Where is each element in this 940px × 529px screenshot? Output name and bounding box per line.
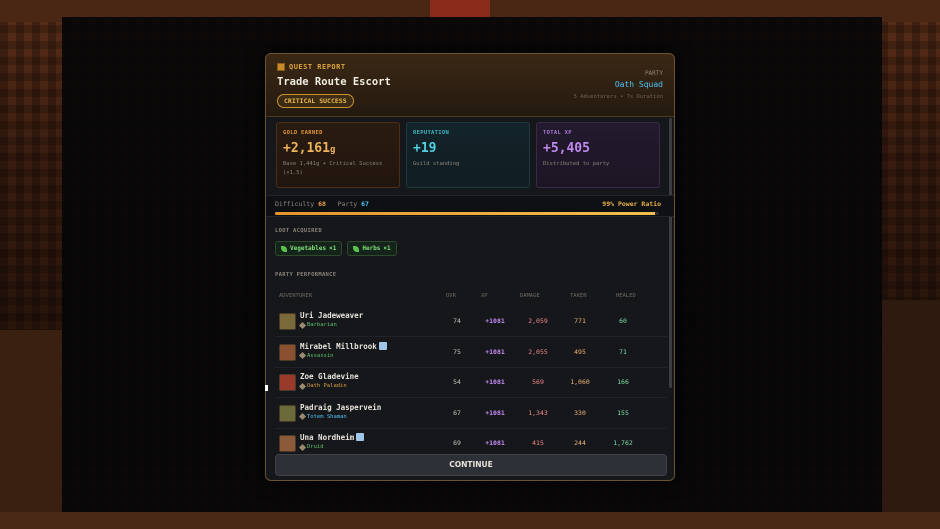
damage-value: 415 (532, 439, 544, 447)
scrollbar[interactable] (669, 118, 672, 388)
taken-value: 1,060 (570, 378, 590, 386)
loot-item: Vegetables ×1 (275, 241, 343, 256)
adventurer-class: Druid (298, 443, 324, 451)
reputation-value: +19 (413, 141, 437, 156)
outcome-badge: CRITICAL SUCCESS (277, 94, 354, 108)
class-icon (298, 443, 307, 451)
healed-value: 1,762 (613, 439, 633, 447)
ovr-value: 69 (453, 439, 461, 447)
power-ratio-text: 99% Power Ratio (602, 200, 661, 208)
leaf-icon (353, 245, 360, 252)
col-healed: HEALED (616, 293, 636, 299)
shield-badge-icon (356, 433, 365, 441)
shield-badge-icon (378, 341, 387, 350)
ovr-value: 75 (453, 347, 461, 356)
table-row[interactable]: Mirabel Millbrook Assassin 75 +1081 2,055 495… (275, 338, 667, 368)
adventurer-class: Totem Shaman (298, 412, 347, 421)
xp-value: +1081 (485, 317, 505, 325)
gold-card: GOLD EARNED +2,161g Base 1,441g + Critic… (276, 122, 400, 188)
loot-list: Vegetables ×1 Herbs ×1 (275, 241, 397, 256)
col-ovr: OVR (446, 293, 456, 299)
col-taken: TAKEN (570, 293, 587, 299)
taken-value: 330 (574, 408, 586, 417)
xp-value: +1081 (485, 347, 505, 356)
dialog-header: QUEST REPORT Trade Route Escort CRITICAL… (266, 54, 674, 117)
reputation-card: REPUTATION +19 Guild standing (406, 122, 530, 188)
table-row[interactable]: Padraig Jaspervein Totem Shaman 67 +1081 1,3… (275, 399, 667, 429)
avatar (279, 343, 296, 361)
power-ratio-bar: Difficulty 68 Party 67 99% Power Ratio (266, 195, 674, 217)
avatar (279, 313, 296, 330)
class-icon (298, 321, 307, 329)
performance-label: PARTY PERFORMANCE (275, 272, 337, 278)
scroll-icon (277, 63, 285, 71)
xp-value: +1081 (485, 439, 505, 447)
xp-value: +5,405 (543, 141, 590, 156)
table-row[interactable]: Zoe Gladevine Oath Paladin 54 +1081 569 1,060… (275, 368, 667, 398)
quest-title: Trade Route Escort (277, 76, 391, 88)
continue-button[interactable]: CONTINUE (275, 454, 667, 476)
healed-value: 71 (619, 347, 627, 356)
performance-table-header: ADVENTURER OVR XP DAMAGE TAKEN HEALED (266, 292, 674, 304)
healed-value: 60 (619, 317, 627, 325)
class-icon (298, 382, 307, 390)
party-name: Oath Squad (614, 80, 663, 89)
xp-value: +1081 (485, 408, 505, 417)
ovr-value: 74 (453, 317, 461, 325)
class-icon (298, 351, 307, 360)
adventurer-name: Mirabel Millbrook (300, 341, 387, 351)
ovr-value: 54 (453, 378, 461, 386)
xp-value: +1081 (485, 378, 505, 386)
xp-label: TOTAL XP (543, 130, 572, 136)
adventurer-name: Padraig Jaspervein (300, 402, 382, 412)
damage-value: 2,059 (528, 317, 548, 325)
reputation-label: REPUTATION (413, 130, 450, 136)
col-adventurer: ADVENTURER (279, 293, 313, 299)
stats-row: GOLD EARNED +2,161g Base 1,441g + Critic… (276, 122, 660, 188)
avatar (279, 404, 296, 422)
power-ratio-track (275, 212, 659, 215)
leaf-icon (281, 245, 287, 252)
party-label: PARTY (644, 70, 663, 77)
adventurer-class: Oath Paladin (298, 382, 347, 390)
adventurer-name: Una Nordheim (300, 433, 365, 442)
loot-item: Herbs ×1 (347, 241, 397, 256)
gold-label: GOLD EARNED (283, 130, 323, 136)
xp-note: Distributed to party (543, 161, 610, 167)
table-row[interactable]: Uri Jadeweaver Barbarian 74 +1081 2,059 771 60 (275, 307, 667, 337)
power-text: Difficulty 68 Party 67 (275, 200, 369, 208)
loot-label: LOOT ACQUIRED (275, 228, 322, 234)
damage-value: 569 (532, 378, 544, 386)
damage-value: 1,343 (528, 408, 548, 417)
difficulty-value: 68 (318, 200, 326, 208)
avatar (279, 374, 296, 391)
damage-value: 2,055 (528, 347, 548, 356)
healed-value: 166 (617, 378, 629, 386)
adventurer-name: Uri Jadeweaver (300, 311, 364, 320)
col-damage: DAMAGE (520, 293, 540, 299)
xp-card: TOTAL XP +5,405 Distributed to party (536, 122, 660, 188)
taken-value: 244 (574, 439, 586, 447)
quest-report-dialog: QUEST REPORT Trade Route Escort CRITICAL… (265, 53, 675, 481)
avatar (279, 435, 296, 452)
power-ratio-fill (275, 212, 656, 215)
party-meta: 5 Adventurers • 7s Duration (573, 94, 663, 100)
reputation-note: Guild standing (413, 161, 460, 167)
taken-value: 495 (574, 347, 586, 356)
report-label: QUEST REPORT (277, 63, 346, 71)
mouse-cursor (265, 385, 268, 391)
taken-value: 771 (574, 317, 586, 325)
adventurer-name: Zoe Gladevine (300, 372, 359, 381)
party-power-value: 67 (361, 200, 369, 208)
col-xp: XP (481, 293, 488, 299)
gold-value: +2,161g (283, 141, 336, 156)
adventurer-class: Assassin (298, 351, 334, 360)
class-icon (298, 412, 307, 421)
ovr-value: 67 (453, 408, 461, 417)
adventurer-class: Barbarian (298, 321, 337, 329)
healed-value: 155 (617, 408, 629, 417)
gold-note: Base 1,441g + Critical Success (×1.5) (283, 161, 383, 176)
